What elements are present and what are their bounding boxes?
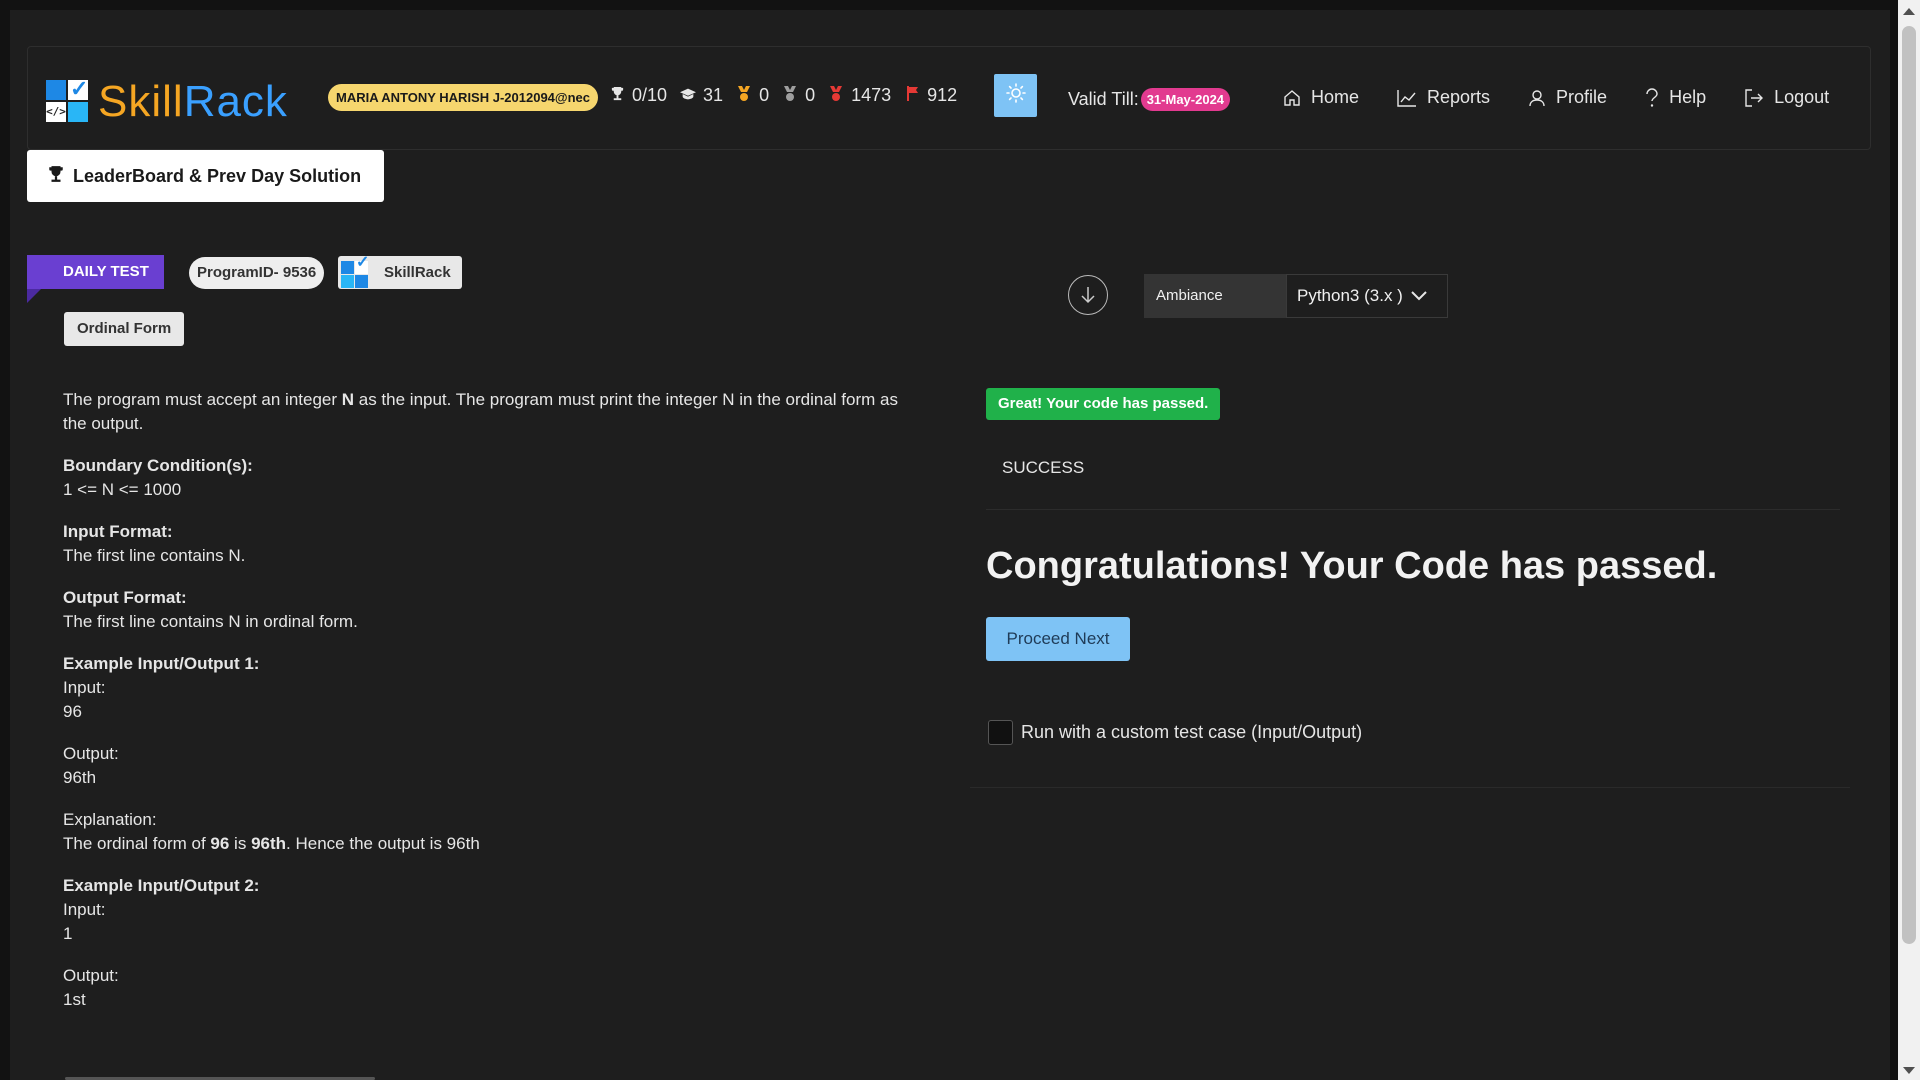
problem-statement: The program must accept an integer N as … [63,388,923,1030]
arrow-down-icon [1081,287,1095,304]
skillrack-mini-logo-icon: ✓ [340,254,370,288]
main-nav: Home Reports Profile Help Logout [1283,87,1867,108]
boundary-section: Boundary Condition(s): 1 <= N <= 1000 [63,456,253,499]
stat-silver: 0 [781,85,815,106]
congrats-heading: Congratulations! Your Code has passed. [986,545,1718,587]
chart-icon [1397,89,1417,107]
nav-help[interactable]: Help [1645,87,1706,108]
example-1-input: Example Input/Output 1: Input: 96 [63,654,260,721]
logo-text: SkillRack [98,77,288,126]
daily-tag-ribbon [27,289,41,303]
graduation-cap-icon [679,87,697,105]
chevron-down-icon [1411,291,1427,301]
daily-test-tag: DAILY TEST [27,255,164,289]
stat-value: 912 [927,85,958,105]
trophy-icon [47,165,65,188]
gold-medal-icon [735,85,753,106]
user-icon [1529,89,1545,106]
scroll-up-arrow-icon[interactable] [1903,8,1915,15]
nav-home[interactable]: Home [1283,87,1359,108]
custom-test-checkbox[interactable] [988,720,1013,745]
sun-icon [1005,83,1026,103]
example-2-input: Example Input/Output 2: Input: 1 [63,876,260,943]
skillrack-logo[interactable]: </> ✓ SkillRack [46,76,288,127]
custom-test-option[interactable]: Run with a custom test case (Input/Outpu… [988,720,1362,745]
stat-value: 0/10 [632,85,668,105]
page-scrollbar[interactable] [1898,0,1920,1080]
stat-value: 0 [805,85,816,105]
scroll-down-button[interactable] [1068,275,1108,315]
stat-value: 31 [703,85,724,105]
stat-red: 1473 [827,85,891,106]
stat-trophy: 0/10 [608,85,667,106]
scroll-thumb[interactable] [1902,26,1916,944]
logo-icon: </> ✓ [46,76,90,124]
app-page: </> ✓ SkillRack MARIA ANTONY HARISH J-20… [10,10,1890,1080]
leaderboard-button[interactable]: LeaderBoard & Prev Day Solution [27,150,384,202]
stat-gold: 0 [735,85,769,106]
divider [970,787,1850,788]
nav-profile[interactable]: Profile [1528,87,1607,108]
stat-value: 0 [759,85,770,105]
result-output-box: SUCCESS [986,440,1840,510]
red-medal-icon [827,85,845,106]
output-format-section: Output Format: The first line contains N … [63,588,358,631]
stat-value: 1473 [851,85,892,105]
example-1-output: Output: 96th [63,744,119,787]
user-badge: MARIA ANTONY HARISH J-2012094@nec [328,84,598,111]
program-id-tag: ProgramID- 9536 [189,257,325,289]
example-1-explanation: Explanation: The ordinal form of 96 is 96… [63,810,480,853]
question-icon [1646,87,1658,107]
proceed-next-button[interactable]: Proceed Next [986,617,1130,661]
user-stats: 0/10 31 0 0 1473 912 [608,85,969,106]
flag-icon [903,86,921,105]
valid-date-badge: 31-May-2024 [1140,88,1231,111]
nav-logout[interactable]: Logout [1744,87,1829,108]
subscription-validity: Valid Till: 31-May-2024 [1068,88,1231,111]
trophy-icon [608,86,626,105]
logout-icon [1745,88,1764,107]
stat-courses: 31 [679,85,723,106]
input-format-section: Input Format: The first line contains N. [63,522,246,565]
problem-intro: The program must accept an integer N as … [63,390,898,433]
silver-medal-icon [781,85,799,106]
language-select[interactable]: Python3 (3.x ) [1286,274,1448,318]
top-header: </> ✓ SkillRack MARIA ANTONY HARISH J-20… [27,46,1871,150]
home-icon [1284,89,1300,106]
stat-flag: 912 [903,85,957,106]
scroll-down-arrow-icon[interactable] [1903,1067,1915,1074]
editor-theme-label[interactable]: Ambiance [1144,274,1286,318]
pass-badge: Great! Your code has passed. [986,388,1221,420]
nav-reports[interactable]: Reports [1397,87,1490,108]
problem-title-tag: Ordinal Form [64,312,185,346]
custom-test-label: Run with a custom test case (Input/Outpu… [1021,722,1363,742]
skillrack-tag: ✓ SkillRack [338,254,462,289]
example-2-output: Output: 1st [63,966,119,1009]
result-status: SUCCESS [1002,458,1085,477]
theme-toggle-button[interactable] [994,74,1037,117]
